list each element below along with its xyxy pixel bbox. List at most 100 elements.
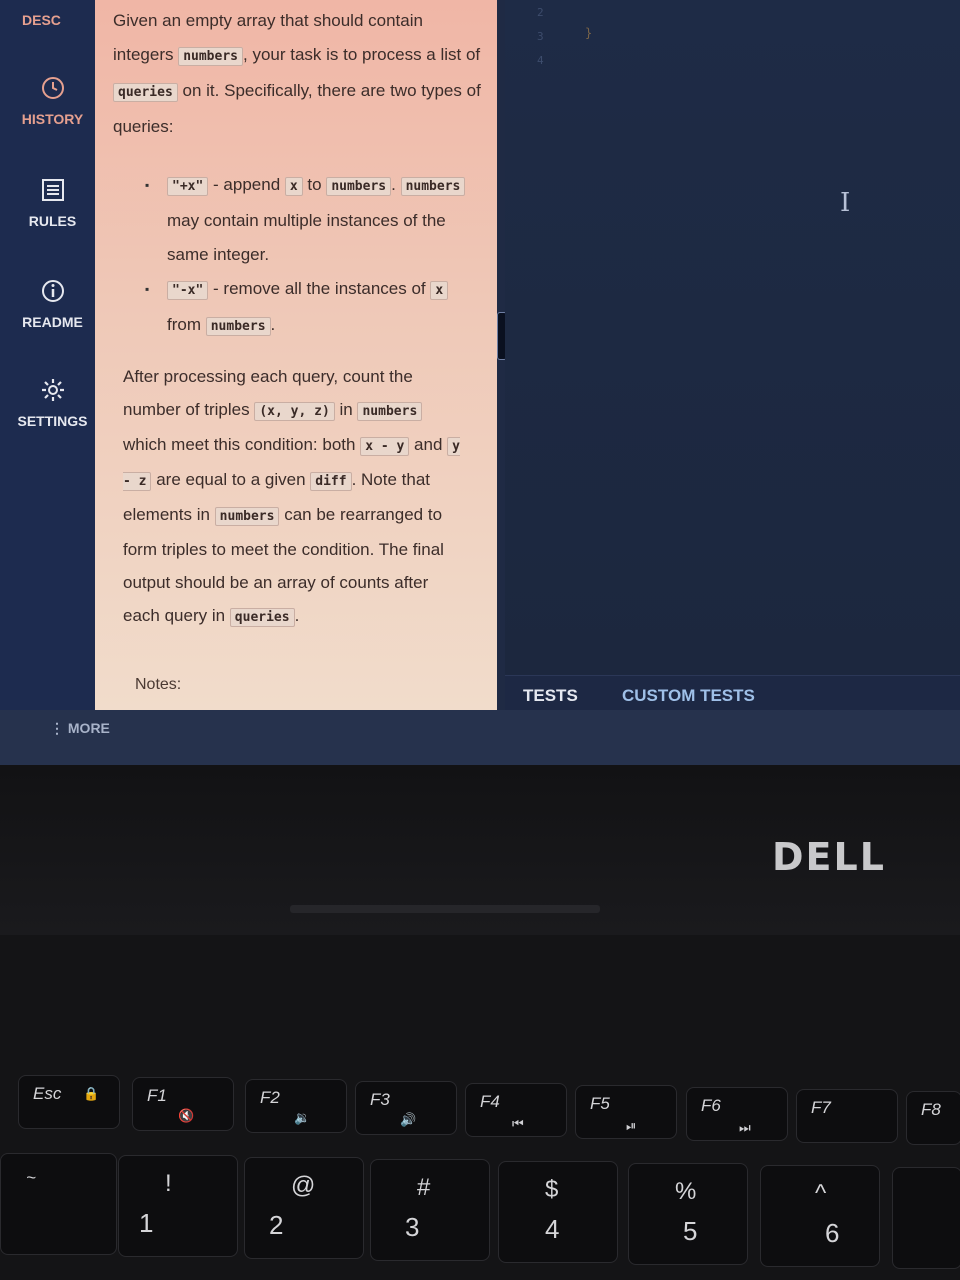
sidebar-item-readme[interactable]: README: [0, 278, 105, 330]
list-item: "-x" - remove all the instances of x fro…: [145, 272, 475, 344]
text: .: [270, 315, 276, 334]
key-f1[interactable]: F1 🔇: [132, 1077, 234, 1131]
more-button[interactable]: ⋮ MORE: [50, 720, 110, 737]
key-label: ^: [815, 1180, 827, 1207]
key-f4[interactable]: F4 ⏮: [465, 1083, 567, 1137]
key-f6[interactable]: F6 ⏭: [686, 1087, 788, 1141]
code-triple: (x, y, z): [254, 402, 335, 421]
key-label: Esc: [33, 1084, 62, 1103]
gear-icon: [41, 379, 64, 401]
text: may contain multiple instances of the sa…: [167, 211, 446, 264]
key-label: 2: [269, 1210, 284, 1240]
laptop-screen: DESC HISTORY RULES README SETTINGS Given…: [0, 0, 960, 765]
list-icon: [41, 179, 64, 201]
sidebar-item-label: SETTINGS: [17, 413, 88, 429]
key-label: F8: [921, 1100, 941, 1119]
key-2[interactable]: @2: [244, 1157, 364, 1259]
text: from: [167, 315, 206, 334]
intro-paragraph: Given an empty array that should contain…: [113, 4, 483, 144]
play-pause-icon: ⏯: [626, 1118, 637, 1133]
key-label: F3: [370, 1090, 390, 1109]
info-icon: [41, 280, 64, 302]
key-label: 4: [545, 1214, 560, 1244]
text: in: [334, 400, 358, 419]
sidebar-item-label: HISTORY: [21, 111, 84, 127]
code-queries: queries: [229, 608, 295, 627]
next-track-icon: ⏭: [739, 1120, 751, 1135]
key-label: F6: [701, 1096, 721, 1115]
tab-tests[interactable]: TESTS: [523, 686, 578, 712]
text: are equal to a given: [151, 470, 311, 489]
keyboard-deck: Esc 🔒 F1 🔇 F2 🔉 F3 🔊 F4 ⏮ F5 ⏯ F6 ⏭ F7 F8 ~ ! 1 …: [0, 935, 960, 1280]
condition-paragraph: After processing each query, count the n…: [123, 360, 468, 634]
sidebar-item-settings[interactable]: SETTINGS: [0, 377, 105, 429]
key-3[interactable]: #3: [370, 1159, 490, 1261]
key-label: F7: [811, 1098, 831, 1117]
sidebar-item-desc[interactable]: DESC: [22, 12, 61, 28]
key-label: F4: [480, 1092, 500, 1111]
volume-up-icon: 🔊: [400, 1112, 417, 1127]
key-label: #: [417, 1174, 431, 1201]
key-label: F5: [590, 1094, 610, 1113]
query-types-list: "+x" - append x to numbers. numbers may …: [145, 168, 475, 344]
key-esc[interactable]: Esc 🔒: [18, 1075, 120, 1129]
code-brace: }: [585, 26, 593, 40]
sidebar-item-label: RULES: [28, 213, 77, 229]
line-number: 3: [537, 30, 544, 43]
list-item: "+x" - append x to numbers. numbers may …: [145, 168, 475, 272]
sidebar-item-history[interactable]: HISTORY: [0, 75, 105, 127]
key-label: @: [291, 1172, 316, 1199]
task-description-panel: Given an empty array that should contain…: [95, 0, 497, 710]
code-minus-x: "-x": [167, 281, 209, 300]
code-x: x: [430, 281, 449, 300]
text: and: [409, 435, 448, 454]
lock-icon: 🔒: [83, 1086, 100, 1101]
key-label: 6: [825, 1218, 840, 1248]
key-7[interactable]: [892, 1167, 960, 1269]
key-5[interactable]: % 5: [628, 1163, 748, 1265]
sidebar-item-label: README: [22, 314, 83, 330]
tab-custom-tests[interactable]: CUSTOM TESTS: [622, 686, 755, 706]
text: to: [302, 175, 327, 194]
code-numbers: numbers: [326, 177, 392, 196]
code-numbers: numbers: [205, 317, 271, 336]
key-f8[interactable]: F8: [906, 1091, 960, 1145]
key-f3[interactable]: F3 🔊: [355, 1081, 457, 1135]
bottom-bar: ⋮ MORE: [0, 710, 960, 765]
code-x: x: [284, 177, 303, 196]
text: which meet this condition: both: [123, 435, 361, 454]
code-numbers: numbers: [400, 177, 466, 196]
key-label: 5: [683, 1216, 698, 1246]
dell-logo: DELL: [772, 835, 886, 879]
code-x-minus-y: x - y: [360, 437, 410, 456]
key-label: !: [165, 1170, 172, 1197]
key-4[interactable]: $4: [498, 1161, 618, 1263]
text: - remove all the instances of: [208, 279, 431, 298]
key-label: $: [545, 1176, 559, 1203]
key-label: F1: [147, 1086, 167, 1105]
code-numbers: numbers: [178, 47, 243, 66]
key-f5[interactable]: F5 ⏯: [575, 1085, 677, 1139]
laptop-bezel: DELL: [0, 765, 960, 935]
code-numbers: numbers: [214, 507, 280, 526]
text: - append: [208, 175, 285, 194]
code-editor[interactable]: 2 3 4 } I: [505, 0, 960, 675]
volume-down-icon: 🔉: [294, 1110, 311, 1125]
key-1[interactable]: ! 1: [118, 1155, 238, 1257]
key-label: %: [675, 1178, 697, 1205]
line-number: 4: [537, 54, 544, 67]
code-diff: diff: [310, 472, 352, 491]
text-cursor-icon: I: [840, 188, 851, 218]
key-f2[interactable]: F2 🔉: [245, 1079, 347, 1133]
text: .: [294, 606, 300, 625]
code-numbers: numbers: [357, 402, 423, 421]
code-plus-x: "+x": [167, 177, 209, 196]
key-label: 3: [405, 1212, 420, 1242]
key-f7[interactable]: F7: [796, 1089, 898, 1143]
key-tilde[interactable]: ~: [0, 1153, 117, 1255]
key-label: F2: [260, 1088, 280, 1107]
sidebar-item-rules[interactable]: RULES: [0, 177, 105, 229]
key-6[interactable]: ^ 6: [760, 1165, 880, 1267]
text: , your task is to process a list of: [243, 45, 481, 64]
key-label: ~: [26, 1168, 36, 1187]
